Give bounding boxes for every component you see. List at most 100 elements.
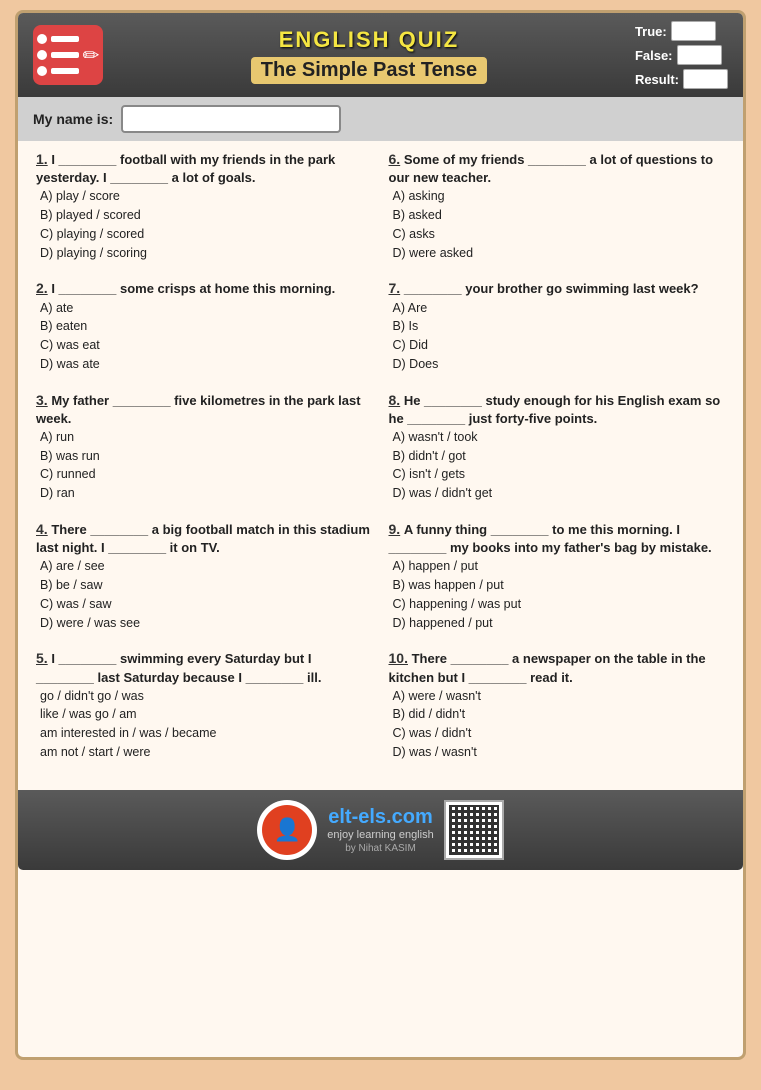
q9-opt-a: A) happen / put <box>389 557 726 576</box>
qr-pattern <box>449 805 499 855</box>
footer-text: elt-els.com enjoy learning english by Ni… <box>327 806 433 854</box>
q8-opt-c: C) isn't / gets <box>389 465 726 484</box>
q3-opt-c: C) runned <box>36 465 373 484</box>
q5-number: 5. <box>36 650 48 666</box>
question-1: 1. I ________ football with my friends i… <box>36 151 373 262</box>
question-6: 6. Some of my friends ________ a lot of … <box>389 151 726 262</box>
q2-opt-c: C) was eat <box>36 336 373 355</box>
q1-opt-a: A) play / score <box>36 187 373 206</box>
q7-opt-a: A) Are <box>389 299 726 318</box>
right-column: 6. Some of my friends ________ a lot of … <box>381 151 734 780</box>
q9-opt-c: C) happening / was put <box>389 595 726 614</box>
left-column: 1. I ________ football with my friends i… <box>28 151 381 780</box>
q7-opt-c: C) Did <box>389 336 726 355</box>
q7-opt-d: D) Does <box>389 355 726 374</box>
quiz-subtitle: The Simple Past Tense <box>251 57 487 84</box>
q4-opt-b: B) be / saw <box>36 576 373 595</box>
question-3: 3. My father ________ five kilometres in… <box>36 392 373 503</box>
question-4: 4. There ________ a big football match i… <box>36 521 373 632</box>
false-row: False: <box>635 45 728 65</box>
q6-opt-b: B) asked <box>389 206 726 225</box>
q3-opt-b: B) was run <box>36 447 373 466</box>
q8-opt-b: B) didn't / got <box>389 447 726 466</box>
q7-text: ________ your brother go swimming last w… <box>404 281 699 296</box>
result-label: Result: <box>635 72 679 87</box>
header-scores: True: False: Result: <box>635 21 728 89</box>
q5-opt-d: am not / start / were <box>36 743 373 762</box>
logo-circle-1 <box>37 34 47 44</box>
logo-bar-1 <box>51 36 79 42</box>
q7-opt-b: B) Is <box>389 317 726 336</box>
q3-opt-d: D) ran <box>36 484 373 503</box>
q8-text: He ________ study enough for his English… <box>389 393 721 426</box>
q6-opt-a: A) asking <box>389 187 726 206</box>
q10-opt-d: D) was / wasn't <box>389 743 726 762</box>
q1-opt-d: D) playing / scoring <box>36 244 373 263</box>
q6-opt-c: C) asks <box>389 225 726 244</box>
q9-opt-b: B) was happen / put <box>389 576 726 595</box>
q5-text: I ________ swimming every Saturday but I… <box>36 651 321 684</box>
logo-bar-3 <box>51 68 79 74</box>
q10-number: 10. <box>389 650 408 666</box>
q2-opt-b: B) eaten <box>36 317 373 336</box>
footer-tagline: enjoy learning english <box>327 829 433 841</box>
q10-opt-b: B) did / didn't <box>389 705 726 724</box>
footer-logo-inner: 👤 <box>262 805 312 855</box>
q5-opt-a: go / didn't go / was <box>36 687 373 706</box>
q10-opt-c: C) was / didn't <box>389 724 726 743</box>
q2-opt-d: D) was ate <box>36 355 373 374</box>
true-row: True: <box>635 21 728 41</box>
q7-number: 7. <box>389 280 401 296</box>
q4-text: There ________ a big football match in t… <box>36 522 370 555</box>
question-5: 5. I ________ swimming every Saturday bu… <box>36 650 373 761</box>
question-9: 9. A funny thing ________ to me this mor… <box>389 521 726 632</box>
q6-number: 6. <box>389 151 401 167</box>
q5-opt-b: like / was go / am <box>36 705 373 724</box>
q10-text: There ________ a newspaper on the table … <box>389 651 706 684</box>
logo-bar-2 <box>51 52 79 58</box>
qr-code <box>444 800 504 860</box>
footer-logo: 👤 <box>257 800 317 860</box>
q3-opt-a: A) run <box>36 428 373 447</box>
q9-number: 9. <box>389 521 401 537</box>
q6-text: Some of my friends ________ a lot of que… <box>389 152 714 185</box>
q4-opt-d: D) were / was see <box>36 614 373 633</box>
q10-opt-a: A) were / wasn't <box>389 687 726 706</box>
result-input[interactable] <box>683 69 728 89</box>
result-row: Result: <box>635 69 728 89</box>
true-label: True: <box>635 24 667 39</box>
name-input[interactable] <box>121 105 341 133</box>
q5-opt-c: am interested in / was / became <box>36 724 373 743</box>
q4-opt-c: C) was / saw <box>36 595 373 614</box>
q8-opt-d: D) was / didn't get <box>389 484 726 503</box>
questions-area: 1. I ________ football with my friends i… <box>18 141 743 790</box>
main-container: ✏ ENGLISH QUIZ The Simple Past Tense Tru… <box>15 10 746 1060</box>
logo-lines <box>37 34 79 76</box>
q2-number: 2. <box>36 280 48 296</box>
false-label: False: <box>635 48 673 63</box>
q6-opt-d: D) were asked <box>389 244 726 263</box>
false-input[interactable] <box>677 45 722 65</box>
q8-number: 8. <box>389 392 401 408</box>
footer-site: elt-els.com <box>327 806 433 829</box>
name-label: My name is: <box>33 111 113 127</box>
question-10: 10. There ________ a newspaper on the ta… <box>389 650 726 761</box>
header: ✏ ENGLISH QUIZ The Simple Past Tense Tru… <box>18 13 743 97</box>
q3-text: My father ________ five kilometres in th… <box>36 393 361 426</box>
logo-circle-3 <box>37 66 47 76</box>
q2-opt-a: A) ate <box>36 299 373 318</box>
true-input[interactable] <box>671 21 716 41</box>
q1-opt-c: C) playing / scored <box>36 225 373 244</box>
q4-opt-a: A) are / see <box>36 557 373 576</box>
q2-text: I ________ some crisps at home this morn… <box>51 281 335 296</box>
logo: ✏ <box>33 25 103 85</box>
q1-text: I ________ football with my friends in t… <box>36 152 335 185</box>
person-icon: 👤 <box>274 817 301 843</box>
question-8: 8. He ________ study enough for his Engl… <box>389 392 726 503</box>
quiz-title: ENGLISH QUIZ <box>113 27 625 53</box>
name-bar: My name is: <box>18 97 743 141</box>
q1-opt-b: B) played / scored <box>36 206 373 225</box>
pencil-icon: ✏ <box>83 43 100 68</box>
q4-number: 4. <box>36 521 48 537</box>
q9-opt-d: D) happened / put <box>389 614 726 633</box>
